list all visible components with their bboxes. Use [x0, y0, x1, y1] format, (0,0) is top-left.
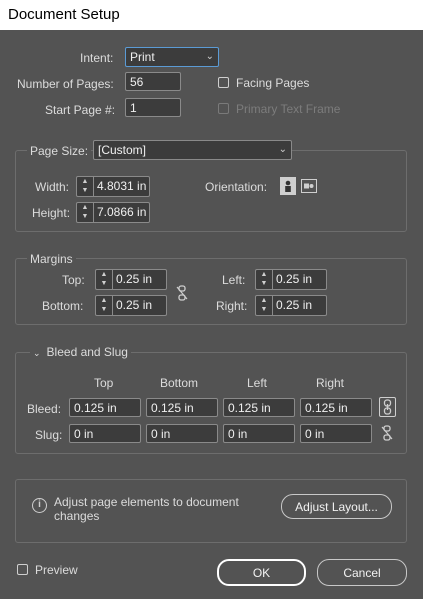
margin-left-stepper[interactable]: ▲ ▼ 0.25 in	[255, 269, 327, 290]
bleed-right-field[interactable]: 0.125 in	[300, 398, 372, 417]
chevron-down-icon: ⌄	[205, 51, 214, 62]
chevron-down-icon: ⌄	[278, 144, 287, 155]
chevron-down-icon: ⌄	[33, 348, 41, 358]
info-icon: i	[32, 498, 47, 513]
bleed-top-field[interactable]: 0.125 in	[69, 398, 141, 417]
width-value: 4.8031 in	[97, 179, 147, 193]
landscape-orientation-icon[interactable]	[301, 179, 317, 193]
page-size-value: [Custom]	[98, 143, 147, 157]
cancel-button[interactable]: Cancel	[317, 559, 407, 586]
intent-select[interactable]: Print ⌄	[125, 47, 219, 67]
bleed-left-field[interactable]: 0.125 in	[223, 398, 295, 417]
margin-right-stepper[interactable]: ▲ ▼ 0.25 in	[255, 295, 327, 316]
facing-pages-label: Facing Pages	[236, 76, 310, 90]
primary-text-frame-label: Primary Text Frame	[236, 102, 341, 116]
margin-top-value: 0.25 in	[116, 272, 153, 286]
portrait-orientation-icon[interactable]	[280, 177, 296, 195]
height-label: Height:	[32, 206, 71, 220]
margin-right-label: Right:	[216, 299, 248, 313]
slug-label: Slug:	[35, 428, 63, 442]
chevron-up-icon[interactable]: ▲	[96, 296, 112, 305]
chevron-up-icon[interactable]: ▲	[77, 203, 93, 212]
page-size-label: Page Size:	[27, 144, 92, 158]
title-bar: Document Setup	[0, 0, 423, 30]
margin-top-label: Top:	[62, 273, 85, 287]
width-stepper[interactable]: ▲ ▼ 4.8031 in	[76, 176, 150, 197]
bleed-label: Bleed:	[27, 402, 62, 416]
primary-text-frame-checkbox[interactable]	[218, 103, 229, 114]
preview-checkbox[interactable]	[17, 564, 28, 575]
chevron-down-icon[interactable]: ▼	[77, 186, 93, 195]
intent-value: Print	[130, 50, 155, 64]
margins-group	[15, 258, 407, 325]
slug-left-field[interactable]: 0 in	[223, 424, 295, 443]
bleed-slug-header[interactable]: ⌄ Bleed and Slug	[30, 345, 131, 359]
height-value: 7.0866 in	[97, 205, 147, 219]
start-page-field[interactable]: 1	[125, 98, 181, 117]
window-title: Document Setup	[8, 6, 120, 23]
chevron-down-icon[interactable]: ▼	[96, 305, 112, 314]
margins-title: Margins	[27, 252, 76, 266]
slug-right-field[interactable]: 0 in	[300, 424, 372, 443]
margin-top-stepper[interactable]: ▲ ▼ 0.25 in	[95, 269, 167, 290]
adjust-layout-button[interactable]: Adjust Layout...	[281, 494, 392, 519]
col-top-header: Top	[94, 376, 114, 390]
chevron-up-icon[interactable]: ▲	[256, 270, 272, 279]
intent-label: Intent:	[80, 51, 114, 65]
slug-bottom-field[interactable]: 0 in	[146, 424, 218, 443]
col-bottom-header: Bottom	[160, 376, 199, 390]
bleed-bottom-field[interactable]: 0.125 in	[146, 398, 218, 417]
margin-bottom-label: Bottom:	[42, 299, 84, 313]
margin-right-value: 0.25 in	[276, 298, 313, 312]
height-stepper[interactable]: ▲ ▼ 7.0866 in	[76, 202, 150, 223]
margin-bottom-value: 0.25 in	[116, 298, 153, 312]
chevron-up-icon[interactable]: ▲	[256, 296, 272, 305]
col-right-header: Right	[316, 376, 345, 390]
slug-top-field[interactable]: 0 in	[69, 424, 141, 443]
pages-field[interactable]: 56	[125, 72, 181, 91]
ok-button[interactable]: OK	[217, 559, 306, 586]
link-icon[interactable]	[379, 397, 396, 417]
margin-left-value: 0.25 in	[276, 272, 313, 286]
unlink-icon[interactable]	[176, 285, 188, 304]
info-text-line2: changes	[54, 509, 100, 523]
facing-pages-checkbox[interactable]	[218, 77, 229, 88]
pages-label: Number of Pages:	[17, 77, 114, 91]
preview-label: Preview	[35, 563, 78, 577]
page-size-select[interactable]: [Custom] ⌄	[93, 140, 292, 160]
margin-bottom-stepper[interactable]: ▲ ▼ 0.25 in	[95, 295, 167, 316]
margin-left-label: Left:	[222, 273, 246, 287]
info-text-line1: Adjust page elements to document	[54, 495, 239, 509]
start-page-label: Start Page #:	[45, 103, 116, 117]
width-label: Width:	[35, 180, 70, 194]
unlink-icon[interactable]	[381, 425, 393, 444]
chevron-up-icon[interactable]: ▲	[96, 270, 112, 279]
chevron-up-icon[interactable]: ▲	[77, 177, 93, 186]
col-left-header: Left	[247, 376, 268, 390]
chevron-down-icon[interactable]: ▼	[256, 305, 272, 314]
orientation-label: Orientation:	[205, 180, 268, 194]
bleed-slug-title: Bleed and Slug	[46, 345, 128, 359]
chevron-down-icon[interactable]: ▼	[256, 279, 272, 288]
chevron-down-icon[interactable]: ▼	[77, 212, 93, 221]
chevron-down-icon[interactable]: ▼	[96, 279, 112, 288]
